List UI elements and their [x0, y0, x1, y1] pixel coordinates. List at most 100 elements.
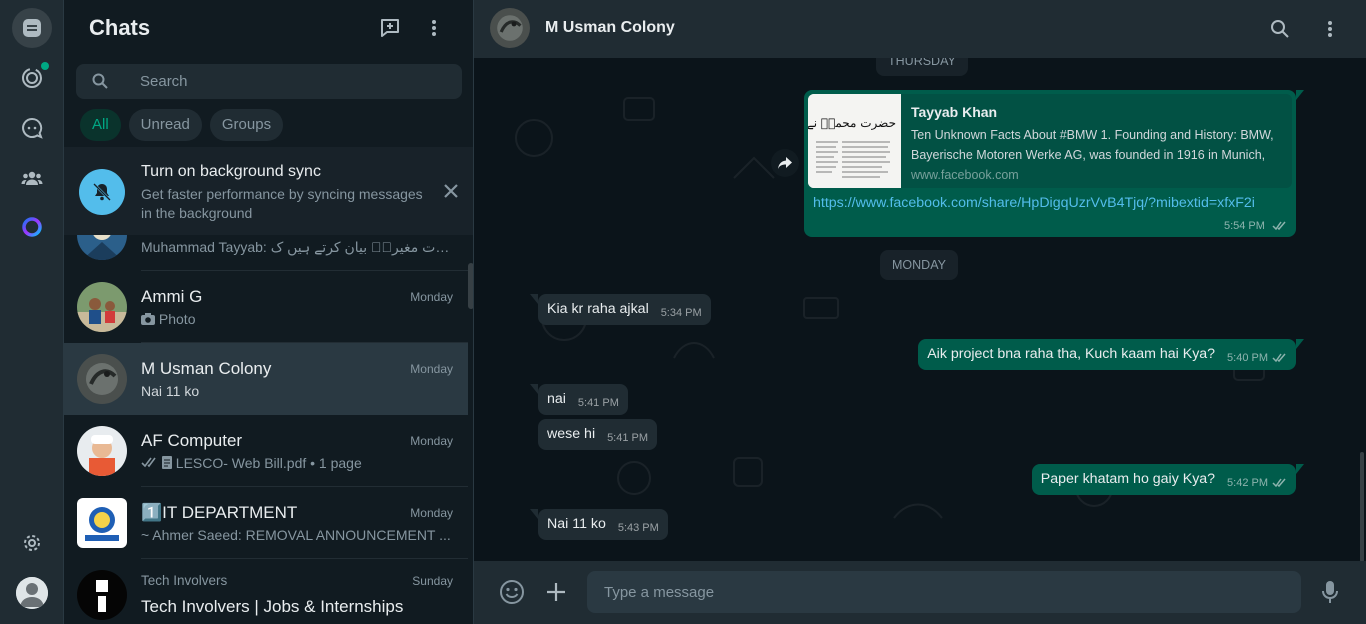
- kebab-menu-icon: [1328, 21, 1332, 37]
- chat-avatar: [77, 498, 127, 548]
- message-meta: 5:54 PM: [1224, 220, 1287, 232]
- document-icon: [161, 456, 172, 469]
- outgoing-message[interactable]: Paper khatam ho gaiy Kya? 5:42 PM: [1031, 464, 1304, 495]
- settings-nav-button[interactable]: [12, 523, 52, 563]
- communities-icon: [21, 171, 43, 185]
- nav-rail: [0, 0, 64, 624]
- bubble-tail: [530, 384, 538, 394]
- new-chat-button[interactable]: [376, 14, 404, 42]
- search-messages-button[interactable]: [1266, 15, 1294, 43]
- chat-avatar: [77, 235, 127, 260]
- settings-icon: [24, 535, 40, 551]
- message-time: 5:41 PM: [607, 432, 649, 444]
- search-box: [76, 64, 462, 99]
- message-input[interactable]: [587, 571, 1301, 613]
- attach-button[interactable]: [542, 578, 570, 606]
- incoming-message[interactable]: wese hi 5:41 PM: [538, 419, 658, 450]
- status-nav-button[interactable]: [12, 58, 52, 98]
- filter-unread[interactable]: Unread: [128, 109, 202, 141]
- filter-chips: All Unread Groups: [80, 109, 284, 141]
- meta-ai-icon: [22, 217, 42, 237]
- filter-all[interactable]: All: [80, 109, 121, 141]
- message-text: wese hi: [547, 426, 596, 442]
- default-avatar-icon: [16, 577, 48, 609]
- menu-button[interactable]: [420, 14, 448, 42]
- conversation-menu-button[interactable]: [1316, 15, 1344, 43]
- forward-button[interactable]: [771, 149, 799, 177]
- date-separator-thursday: THURSDAY: [876, 58, 968, 76]
- emoji-icon: [500, 580, 524, 604]
- chat-row-m-usman-colony[interactable]: M Usman Colony Monday Nai 11 ko: [64, 343, 468, 415]
- double-check-icon: [1272, 221, 1286, 231]
- chat-time: Monday: [410, 362, 453, 376]
- chat-preview: Nai 11 ko: [141, 383, 200, 399]
- bubble-tail: [1296, 464, 1304, 474]
- conversation-title[interactable]: M Usman Colony: [545, 19, 675, 37]
- contact-avatar[interactable]: [490, 8, 530, 48]
- chat-row-af-computer[interactable]: AF Computer Monday LESCO- Web Bill.pdf •…: [64, 415, 468, 487]
- communities-nav-button[interactable]: [12, 158, 52, 198]
- close-icon[interactable]: [440, 180, 462, 202]
- filter-groups[interactable]: Groups: [209, 109, 284, 141]
- panel-header: Chats: [64, 0, 473, 56]
- chat-time: Monday: [410, 506, 453, 520]
- new-chat-icon: [381, 19, 399, 37]
- message-composer: [474, 561, 1366, 624]
- incoming-message[interactable]: Nai 11 ko 5:43 PM: [530, 509, 668, 540]
- message-time: 5:41 PM: [577, 397, 619, 409]
- emoji-button[interactable]: [498, 578, 526, 606]
- search-input[interactable]: [140, 64, 440, 99]
- background-sync-banner[interactable]: Turn on background sync Get faster perfo…: [64, 147, 473, 235]
- message-time: 5:43 PM: [617, 522, 659, 534]
- conversation-header: M Usman Colony: [474, 0, 1366, 58]
- panel-title: Chats: [89, 15, 151, 40]
- bubble-tail: [1296, 339, 1304, 349]
- chat-row-tech-involvers[interactable]: Tech Involvers Sunday Tech Involvers | J…: [64, 559, 468, 624]
- link-preview[interactable]: حضرت محمدؐ نے فرمایا Tayyab Khan Ten Unk…: [808, 94, 1292, 188]
- link-preview-thumbnail: حضرت محمدؐ نے فرمایا: [808, 94, 901, 188]
- chat-avatar: [77, 282, 127, 332]
- link-preview-thumbnail-text: حضرت محمدؐ نے فرمایا: [808, 116, 896, 130]
- sync-banner-title: Turn on background sync: [141, 163, 321, 180]
- incoming-message[interactable]: nai 5:41 PM: [530, 384, 628, 415]
- channels-nav-button[interactable]: [12, 108, 52, 148]
- chat-row-ammi-g[interactable]: Ammi G Monday Photo: [64, 271, 468, 343]
- message-link[interactable]: https://www.facebook.com/share/HpDigqUzr…: [813, 195, 1255, 211]
- chat-name: M Usman Colony: [141, 359, 272, 378]
- message-meta: 5:40 PM: [1227, 352, 1287, 364]
- microphone-icon: [1322, 581, 1338, 603]
- chats-nav-button[interactable]: [12, 8, 52, 48]
- profile-avatar[interactable]: [16, 577, 48, 609]
- chat-name: 1️⃣IT DEPARTMENT: [141, 503, 298, 522]
- chat-name: AF Computer: [141, 431, 243, 450]
- chats-icon: [23, 19, 41, 37]
- message-text: Kia kr raha ajkal: [547, 301, 649, 317]
- double-check-icon: [1272, 478, 1286, 488]
- search-icon: [1271, 20, 1289, 38]
- bubble-tail: [1296, 90, 1304, 100]
- message-text: nai: [547, 391, 566, 407]
- conversation-scrollbar[interactable]: [1360, 452, 1364, 562]
- bubble-tail: [530, 294, 538, 304]
- link-preview-description: Ten Unknown Facts About #BMW 1. Founding…: [911, 128, 1274, 162]
- link-preview-title: Tayyab Khan: [911, 104, 998, 120]
- conversation-panel: M Usman Colony THURSDAY حضرت محمدؐ نے Ta…: [474, 0, 1366, 624]
- link-preview-domain: www.facebook.com: [911, 168, 1019, 182]
- chat-list: Muhammad Tayyab: حضرت مغیرہؓ بیان کرتے ہ…: [64, 235, 468, 624]
- search-icon: [92, 73, 108, 89]
- incoming-message[interactable]: Kia kr raha ajkal 5:34 PM: [530, 294, 711, 325]
- chat-preview: Muhammad Tayyab: حضرت مغیرہؓ بیان کرتے ہ…: [141, 239, 453, 255]
- link-message-bubble[interactable]: حضرت محمدؐ نے فرمایا Tayyab Khan Ten Unk…: [804, 90, 1304, 237]
- chat-preview: ~ Ahmer Saeed: REMOVAL ANNOUNCEMENT ...: [141, 527, 451, 543]
- outgoing-message[interactable]: Aik project bna raha tha, Kuch kaam hai …: [918, 339, 1304, 370]
- message-time: 5:42 PM: [1227, 477, 1268, 489]
- double-check-icon: [1272, 353, 1286, 363]
- meta-ai-nav-button[interactable]: [12, 207, 52, 247]
- chat-row-it-department[interactable]: 1️⃣IT DEPARTMENT Monday ~ Ahmer Saeed: R…: [64, 487, 468, 559]
- voice-message-button[interactable]: [1316, 578, 1344, 606]
- message-time: 5:34 PM: [660, 307, 702, 319]
- status-unread-dot: [41, 62, 49, 70]
- message-text: Paper khatam ho gaiy Kya?: [1040, 471, 1216, 487]
- chat-list-panel: Chats All Unread Groups Turn on backgrou…: [64, 0, 474, 624]
- chat-row-muhammad-tayyab[interactable]: Muhammad Tayyab: حضرت مغیرہؓ بیان کرتے ہ…: [64, 235, 468, 271]
